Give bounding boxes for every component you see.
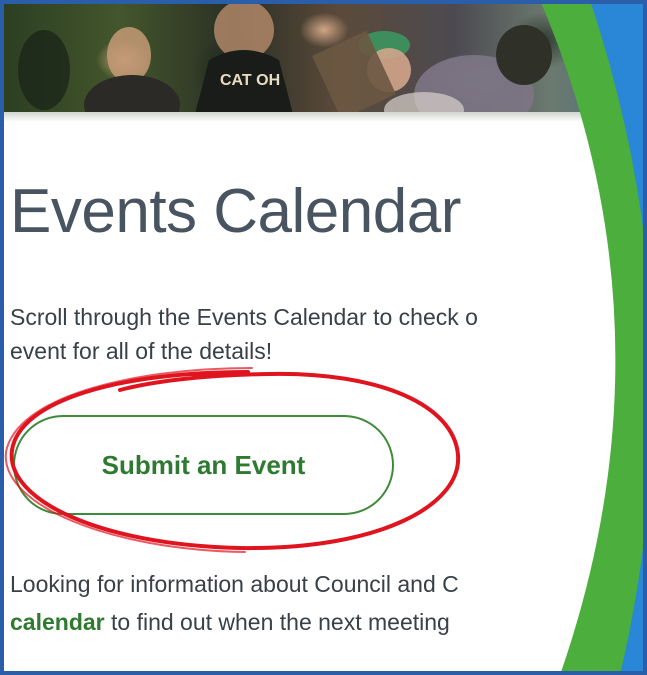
page-title: Events Calendar <box>10 177 461 246</box>
hero-photo: CAT OH <box>4 0 647 118</box>
calendar-link[interactable]: calendar <box>10 609 105 635</box>
intro-line-1: Scroll through the Events Calendar to ch… <box>10 304 478 330</box>
intro-text: Scroll through the Events Calendar to ch… <box>10 300 647 368</box>
shirt-text: CAT OH <box>220 72 280 89</box>
council-info-text: Looking for information about Council an… <box>10 565 647 641</box>
info-line-2-rest: to find out when the next meeting <box>104 609 450 635</box>
info-line-1: Looking for information about Council an… <box>10 571 459 597</box>
screenshot-frame: CAT OH Events Calendar Scroll through th… <box>0 0 647 675</box>
crowd-photo-icon: CAT OH <box>18 0 552 118</box>
intro-line-2: event for all of the details! <box>10 338 273 364</box>
info-line-2: calendar to find out when the next meeti… <box>10 603 647 641</box>
submit-event-button[interactable]: Submit an Event <box>13 415 394 515</box>
hero-shadow <box>4 112 647 122</box>
